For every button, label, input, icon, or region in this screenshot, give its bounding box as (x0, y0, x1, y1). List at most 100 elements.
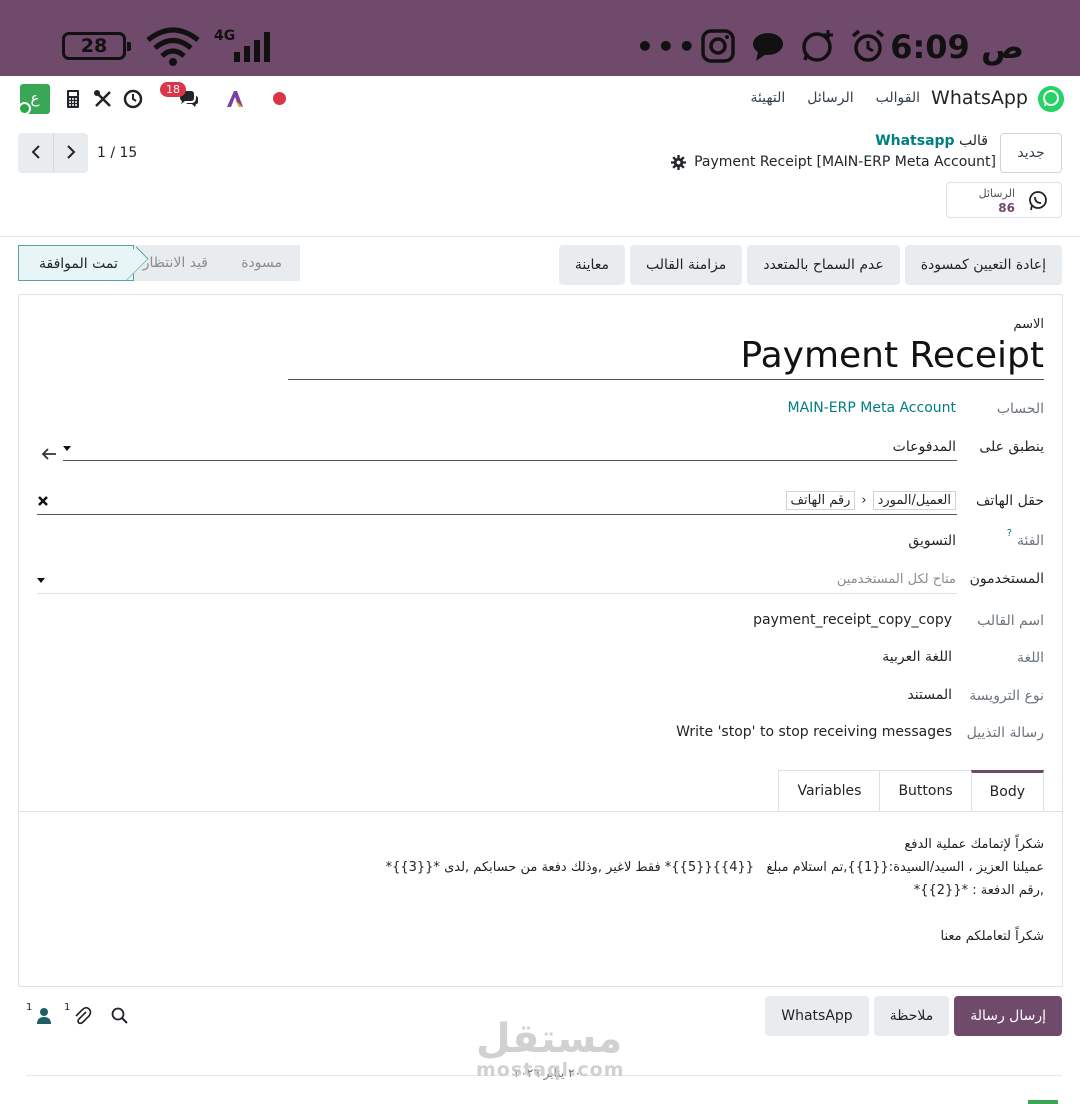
name-label: الاسم (1013, 317, 1044, 332)
smart-button-count: 86 (998, 201, 1015, 215)
phone-path-tag-phone: رقم الهاتف (785, 491, 856, 510)
wifi-icon (146, 27, 200, 66)
tab-variables[interactable]: Variables (778, 770, 881, 812)
applies-to-underline (63, 460, 957, 461)
record-status-dot[interactable] (273, 92, 286, 105)
account-link[interactable]: MAIN-ERP Meta Account (787, 400, 956, 416)
name-underline (288, 379, 1044, 380)
control-panel-divider (0, 236, 1080, 237)
users-field[interactable]: متاح لكل المستخدمين (837, 572, 956, 587)
body-line: شكراً لتعاملكم معنا (940, 929, 1044, 944)
main-menu: القوالب الرسائل التهيئة (750, 90, 920, 106)
messages-smart-button[interactable]: الرسائل 86 (946, 182, 1062, 218)
phone-field-underline (37, 514, 957, 515)
whatsapp-button[interactable]: WhatsApp (765, 996, 869, 1036)
whatsapp-status-icon (802, 30, 833, 62)
state-approved[interactable]: تمت الموافقة (18, 245, 134, 281)
body-line (144, 902, 1044, 925)
breadcrumb-prefix: قالب (959, 133, 988, 149)
menu-item-configuration[interactable]: التهيئة (750, 90, 785, 106)
corner-badge (1028, 1100, 1058, 1104)
header-type-label: نوع الترويسة (969, 688, 1044, 704)
preview-button[interactable]: معاينة (558, 245, 625, 285)
phone-field-path[interactable]: العميل/المورد › رقم الهاتف (785, 491, 956, 510)
state-draft[interactable]: مسودة (241, 245, 282, 281)
pager-value[interactable]: 1 / 15 (97, 145, 137, 161)
template-name-value: payment_receipt_copy_copy (753, 612, 952, 628)
phone-field-label: حقل الهاتف (975, 493, 1044, 509)
more-notifications-icon: ••• (636, 30, 699, 63)
messages-icon (753, 33, 783, 61)
users-field-underline (37, 593, 957, 594)
users-label: المستخدمون (969, 571, 1044, 587)
pager-next-button[interactable] (53, 133, 88, 173)
account-label: الحساب (996, 401, 1044, 417)
chevron-right-icon (67, 144, 76, 159)
notebook-tabs: Body Buttons Variables (778, 770, 1044, 812)
phone-path-tag-partner: العميل/المورد (872, 491, 956, 510)
whatsapp-icon (1029, 191, 1047, 211)
menu-item-templates[interactable]: القوالب (876, 90, 920, 106)
watermark-latin: mostaql.com (476, 1059, 625, 1081)
watermark-arabic: مستقل (476, 1016, 623, 1062)
alarm-icon (851, 29, 885, 62)
attachments-count: 1 (64, 1002, 71, 1013)
category-help-icon[interactable]: ? (1007, 528, 1012, 539)
battery-indicator: 28 (62, 32, 131, 60)
menu-item-messages[interactable]: الرسائل (807, 90, 853, 106)
tab-buttons[interactable]: Buttons (879, 770, 972, 812)
calculator-icon[interactable] (62, 88, 84, 110)
app-brand[interactable]: WhatsApp (931, 87, 1028, 109)
chatter-actions: إرسال رسالة ملاحظة WhatsApp (765, 996, 1062, 1036)
instagram-icon (701, 29, 735, 63)
search-icon[interactable] (110, 1006, 130, 1026)
gear-icon[interactable] (671, 154, 687, 170)
chevron-right-icon: › (861, 493, 867, 508)
breadcrumb-current: Payment Receipt [MAIN-ERP Meta Account] (671, 154, 996, 170)
log-note-button[interactable]: ملاحظة (873, 996, 950, 1036)
dropdown-caret-icon[interactable] (63, 446, 71, 451)
watermark-logo: مستقل mostaql.com (476, 1016, 625, 1081)
state-pending[interactable]: قيد الانتظار (143, 245, 208, 281)
users-dropdown-caret-icon[interactable] (37, 578, 45, 583)
body-line: ,رقم الدفعة : *{{2}}* (913, 883, 1044, 898)
smart-button-label: الرسائل (978, 187, 1015, 200)
online-status-dot (18, 102, 31, 115)
clear-x-icon[interactable] (37, 495, 49, 507)
pager-previous-button[interactable] (18, 133, 53, 173)
name-field[interactable]: Payment Receipt (740, 335, 1044, 376)
breadcrumb-parent-link[interactable]: Whatsapp (875, 133, 954, 149)
disallow-multi-button[interactable]: عدم السماح بالمتعدد (747, 245, 900, 285)
header-type-value: المستند (907, 687, 952, 703)
body-line: شكراً لإتمامك عملية الدفع (904, 837, 1044, 852)
activity-clock-icon[interactable] (122, 88, 144, 110)
chevron-left-icon (31, 144, 40, 159)
sync-template-button[interactable]: مزامنة القالب (630, 245, 743, 285)
tabs-underline (19, 811, 1062, 812)
chat-badge: 18 (160, 82, 186, 97)
send-message-button[interactable]: إرسال رسالة (954, 996, 1062, 1036)
chatter-topbar-icons: 1 1 (26, 1002, 146, 1028)
template-body-text[interactable]: شكراً لإتمامك عملية الدفع عميلنا العزيز … (144, 833, 1044, 948)
ai-icon[interactable] (224, 88, 246, 110)
reset-to-draft-button[interactable]: إعادة التعيين كمسودة (904, 245, 1062, 285)
language-label: اللغة (1016, 650, 1044, 666)
template-name-label: اسم القالب (977, 613, 1044, 629)
tab-body[interactable]: Body (970, 770, 1044, 812)
applies-to-field[interactable]: المدفوعات (893, 439, 956, 455)
new-button[interactable]: جديد (1000, 133, 1062, 173)
footer-message-label: رسالة التذييل (966, 725, 1044, 741)
record-title: Payment Receipt [MAIN-ERP Meta Account] (694, 154, 996, 170)
tools-icon[interactable] (92, 88, 114, 110)
body-line: عميلنا العزيز ، السيد/السيدة:{{1}},تم اس… (385, 860, 1044, 875)
whatsapp-logo-icon (1038, 86, 1064, 112)
breadcrumb: قالب Whatsapp (875, 133, 988, 149)
signal-icon (234, 32, 270, 62)
form-actions: إعادة التعيين كمسودة عدم السماح بالمتعدد… (558, 245, 1062, 285)
paperclip-icon[interactable] (72, 1006, 92, 1026)
arrow-left-icon[interactable] (41, 447, 57, 461)
device-status-bar: 28 4G ••• ص 6:09 (0, 0, 1080, 76)
followers-count: 1 (26, 1002, 33, 1013)
followers-icon[interactable] (34, 1006, 54, 1026)
status-bar-states: مسودة قيد الانتظار تمت الموافقة (18, 245, 300, 281)
